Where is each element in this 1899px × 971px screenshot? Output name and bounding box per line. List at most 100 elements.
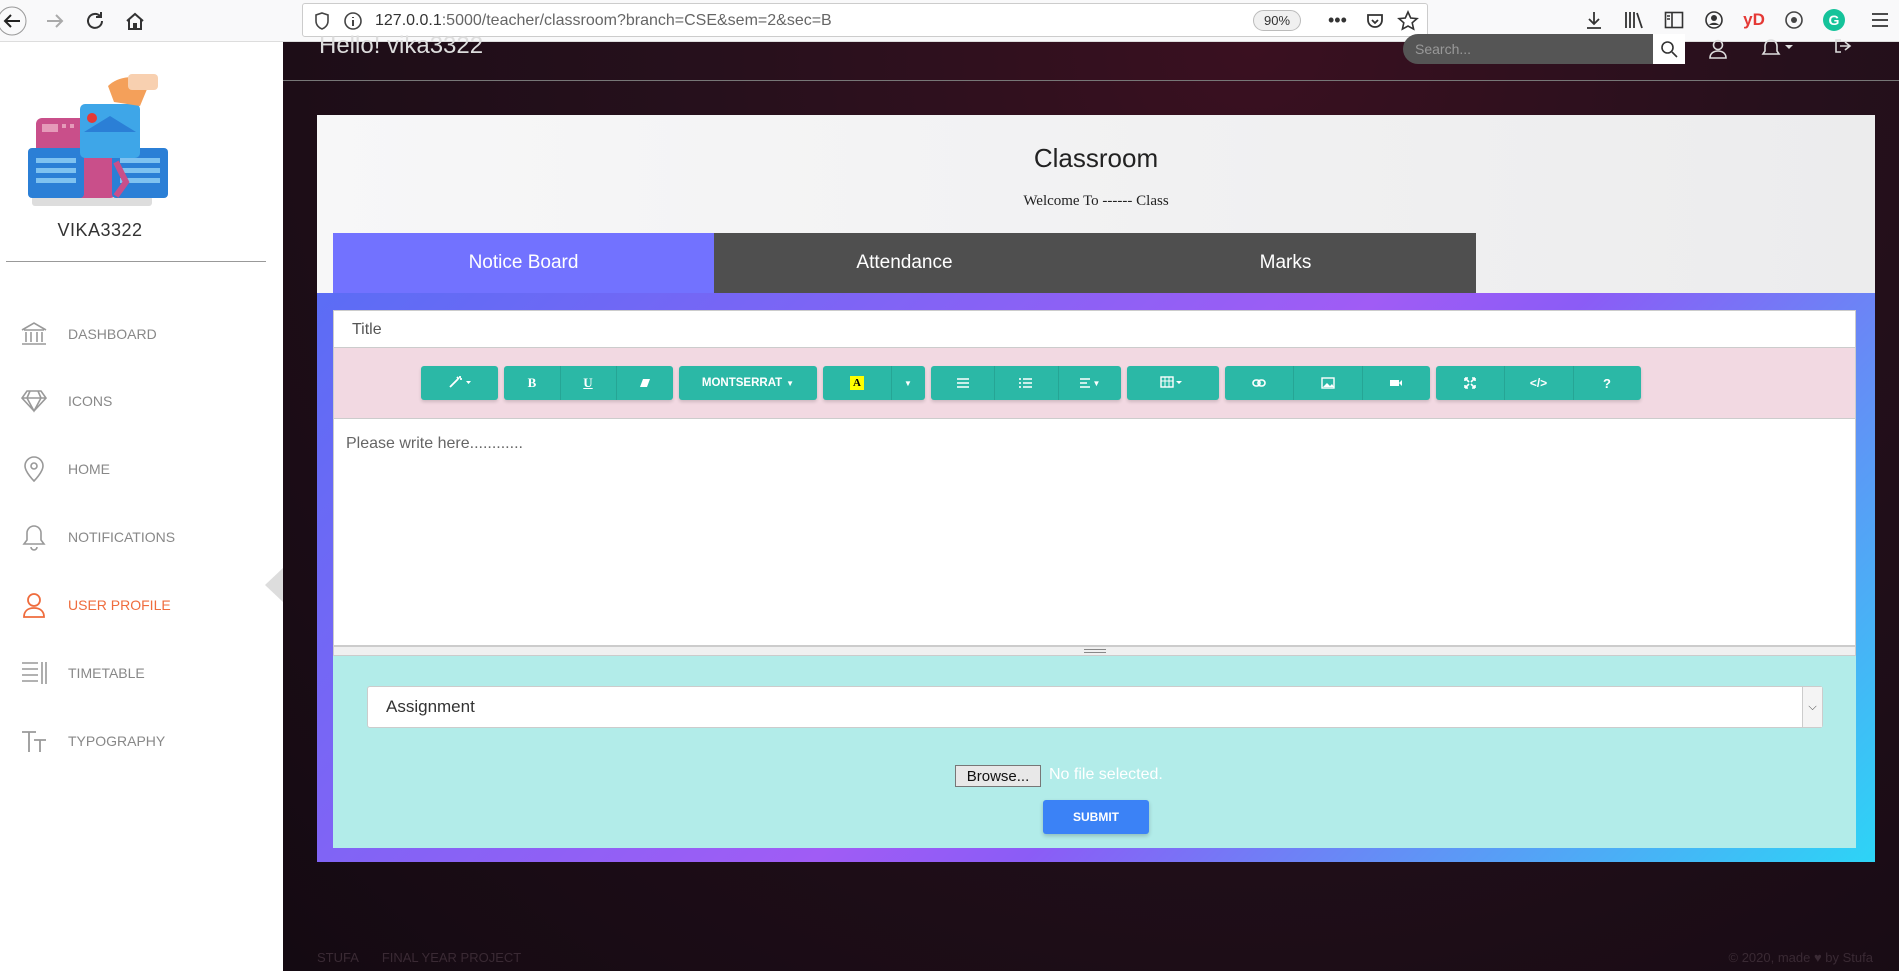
sidebar-toggle-icon[interactable] bbox=[1662, 8, 1686, 32]
text-format-group: B U bbox=[504, 366, 673, 400]
sidebar-item-label: ICONS bbox=[68, 393, 113, 409]
sidebar-item-icons[interactable]: ICONS bbox=[20, 383, 112, 419]
sidebar-item-label: TIMETABLE bbox=[68, 665, 145, 681]
typography-icon bbox=[20, 727, 48, 755]
sidebar-item-label: TYPOGRAPHY bbox=[68, 733, 166, 749]
chevron-down-icon: ▼ bbox=[786, 378, 795, 388]
bell-icon bbox=[20, 523, 48, 551]
grammarly-icon[interactable]: G bbox=[1822, 8, 1846, 32]
chevron-down-icon[interactable]: ⌵ bbox=[1802, 687, 1822, 727]
editor-resize-handle[interactable] bbox=[333, 646, 1856, 656]
image-icon[interactable] bbox=[1293, 377, 1362, 389]
bars-icon bbox=[20, 659, 48, 687]
main-panel: Hello! vika3322 Search... Classroom Welc… bbox=[283, 32, 1899, 971]
reload-icon[interactable] bbox=[80, 6, 110, 36]
table-icon bbox=[1160, 375, 1186, 391]
classroom-tabs: Notice Board Attendance Marks bbox=[333, 233, 1476, 293]
url-text[interactable]: 127.0.0.1:5000/teacher/classroom?branch=… bbox=[375, 12, 832, 30]
download-icon[interactable] bbox=[1582, 8, 1606, 32]
library-icon[interactable] bbox=[1622, 8, 1646, 32]
video-icon[interactable] bbox=[1362, 378, 1430, 388]
notification-bell-icon[interactable] bbox=[1761, 38, 1795, 65]
pocket-icon[interactable] bbox=[1365, 11, 1385, 36]
unordered-list-icon[interactable] bbox=[931, 377, 994, 389]
yd-label: yD bbox=[1743, 10, 1765, 29]
file-status: No file selected. bbox=[1049, 766, 1163, 783]
url-host: 127.0.0.1 bbox=[375, 12, 442, 29]
sidebar-item-notifications[interactable]: NOTIFICATIONS bbox=[20, 519, 175, 555]
search-input[interactable]: Search... bbox=[1403, 34, 1653, 64]
insert-group bbox=[1225, 366, 1430, 400]
code-view-icon[interactable]: </> bbox=[1504, 376, 1573, 390]
speed-extension-icon[interactable] bbox=[1782, 8, 1806, 32]
footer-link-stufa[interactable]: STUFA bbox=[317, 950, 358, 965]
editor-toolbar: B U MONTSERRAT ▼ A ▼ ▼ </> ? bbox=[333, 348, 1856, 418]
yd-extension-icon[interactable]: yD bbox=[1742, 8, 1766, 32]
footer-links: STUFA FINAL YEAR PROJECT bbox=[317, 950, 521, 965]
notice-type-select[interactable]: Assignment ⌵ bbox=[367, 686, 1823, 728]
page-subtitle: Welcome To ------ Class bbox=[1023, 193, 1169, 209]
sidebar-item-label: HOME bbox=[68, 461, 110, 477]
sidebar-item-user-profile[interactable]: USER PROFILE bbox=[20, 587, 171, 623]
header-divider bbox=[283, 80, 1899, 81]
forward-icon[interactable] bbox=[40, 6, 70, 36]
magic-wand-icon bbox=[448, 375, 472, 392]
menu-icon[interactable] bbox=[1868, 8, 1892, 32]
tab-attendance[interactable]: Attendance bbox=[714, 233, 1095, 293]
home-icon[interactable] bbox=[120, 6, 150, 36]
eraser-icon[interactable] bbox=[616, 377, 673, 389]
style-button[interactable] bbox=[421, 366, 498, 400]
color-group: A ▼ bbox=[823, 366, 925, 400]
notice-form: Title B U MONTSERRAT ▼ A ▼ ▼ </> ? Pleas… bbox=[333, 310, 1856, 848]
table-dropdown[interactable] bbox=[1127, 366, 1219, 400]
greeting-text: Hello! vika3322 bbox=[319, 32, 484, 59]
sidebar-item-label: USER PROFILE bbox=[68, 597, 171, 613]
star-icon[interactable] bbox=[1397, 10, 1419, 37]
active-indicator bbox=[265, 568, 283, 602]
user-menu-icon[interactable] bbox=[1708, 38, 1728, 65]
footer-link-project[interactable]: FINAL YEAR PROJECT bbox=[382, 950, 521, 965]
grip-icon bbox=[1084, 649, 1106, 653]
url-path: :5000/teacher/classroom?branch=CSE&sem=2… bbox=[441, 12, 832, 29]
highlight-color-icon[interactable]: A bbox=[823, 376, 891, 390]
editor-body[interactable]: Please write here............ bbox=[333, 418, 1856, 646]
footer-copyright: © 2020, made ♥ by Stufa bbox=[1728, 950, 1874, 965]
user-icon bbox=[20, 591, 48, 619]
sidebar-item-dashboard[interactable]: DASHBOARD bbox=[20, 316, 157, 352]
sidebar-item-label: DASHBOARD bbox=[68, 326, 157, 342]
search-icon[interactable] bbox=[1653, 34, 1685, 64]
font-family-dropdown[interactable]: MONTSERRAT ▼ bbox=[679, 366, 817, 400]
account-icon[interactable] bbox=[1702, 8, 1726, 32]
browse-button[interactable]: Browse... bbox=[955, 765, 1041, 787]
zoom-level[interactable]: 90% bbox=[1253, 10, 1302, 31]
logout-icon[interactable] bbox=[1833, 36, 1853, 61]
tab-notice-board[interactable]: Notice Board bbox=[333, 233, 714, 293]
link-icon[interactable] bbox=[1225, 378, 1293, 388]
align-dropdown-icon[interactable]: ▼ bbox=[1058, 378, 1121, 388]
map-pin-icon bbox=[20, 455, 48, 483]
color-dropdown-icon[interactable]: ▼ bbox=[891, 379, 925, 388]
notice-board-panel: Title B U MONTSERRAT ▼ A ▼ ▼ </> ? Pleas… bbox=[317, 293, 1875, 862]
fullscreen-icon[interactable] bbox=[1436, 377, 1504, 389]
sidebar-username: VIKA3322 bbox=[57, 220, 143, 240]
paragraph-group: ▼ bbox=[931, 366, 1121, 400]
font-family-label: MONTSERRAT bbox=[701, 377, 783, 389]
sidebar-item-home[interactable]: HOME bbox=[20, 451, 110, 487]
classroom-card: Classroom Welcome To ------ Class Notice… bbox=[317, 115, 1875, 862]
select-value: Assignment bbox=[386, 697, 475, 716]
bold-icon[interactable]: B bbox=[504, 375, 560, 391]
help-icon[interactable]: ? bbox=[1573, 376, 1641, 391]
submit-button[interactable]: SUBMIT bbox=[1043, 800, 1149, 834]
page-title: Classroom bbox=[1033, 143, 1159, 173]
ordered-list-icon[interactable] bbox=[994, 377, 1058, 389]
view-group: </> ? bbox=[1436, 366, 1641, 400]
more-icon[interactable]: ••• bbox=[1328, 10, 1347, 31]
sidebar-item-label: NOTIFICATIONS bbox=[68, 529, 176, 545]
back-icon[interactable] bbox=[0, 6, 30, 36]
sidebar-item-typography[interactable]: TYPOGRAPHY bbox=[20, 723, 165, 759]
bank-icon bbox=[20, 320, 48, 348]
title-field[interactable]: Title bbox=[333, 310, 1856, 348]
underline-icon[interactable]: U bbox=[560, 375, 616, 391]
sidebar-item-timetable[interactable]: TIMETABLE bbox=[20, 655, 145, 691]
tab-marks[interactable]: Marks bbox=[1095, 233, 1476, 293]
